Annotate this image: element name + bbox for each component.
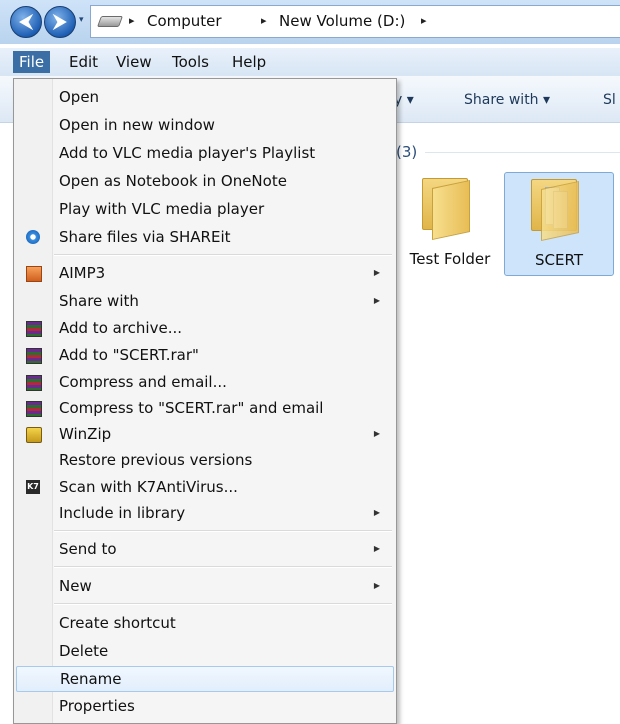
menu-item-compress-email[interactable]: Compress and email... — [16, 370, 392, 394]
menu-divider — [54, 530, 392, 532]
breadcrumb-separator-icon[interactable]: ▸ — [421, 14, 427, 27]
menu-bar: File Edit View Tools Help — [0, 48, 620, 76]
share-with-button[interactable]: Share with ▾ — [464, 92, 550, 108]
menu-item-share-with[interactable]: Share with ▶ — [16, 289, 392, 313]
group-count: (3) — [396, 143, 418, 161]
menu-item-include-library[interactable]: Include in library ▶ — [16, 501, 392, 525]
menu-item-delete[interactable]: Delete — [16, 639, 392, 663]
menu-item-new[interactable]: New ▶ — [16, 574, 392, 598]
menu-item-label: Play with VLC media player — [59, 200, 265, 218]
menu-item-label: New — [59, 577, 92, 595]
menu-item-create-shortcut[interactable]: Create shortcut — [16, 611, 392, 635]
menu-item-label: Open as Notebook in OneNote — [59, 172, 287, 190]
menu-item-label: Delete — [59, 642, 109, 660]
menu-item-scan-k7[interactable]: K7 Scan with K7AntiVirus... — [16, 475, 392, 499]
folder-item-scert[interactable]: SCERT — [504, 172, 614, 276]
forward-button[interactable]: ⮞ — [44, 6, 76, 38]
shareit-icon — [26, 230, 40, 244]
menu-item-label: Restore previous versions — [59, 451, 253, 469]
menu-item-restore-versions[interactable]: Restore previous versions — [16, 448, 392, 472]
menu-divider — [54, 603, 392, 605]
menu-item-properties[interactable]: Properties — [16, 694, 392, 718]
file-context-menu: Open Open in new window Add to VLC media… — [13, 78, 397, 724]
breadcrumb-separator-icon[interactable]: ▸ — [129, 14, 135, 27]
menu-item-compress-rar-email[interactable]: Compress to "SCERT.rar" and email — [16, 396, 392, 420]
menu-item-open[interactable]: Open — [16, 85, 392, 109]
slideshow-button[interactable]: Sl — [603, 92, 616, 108]
submenu-arrow-icon: ▶ — [373, 429, 380, 438]
menu-item-label: Include in library — [59, 504, 186, 522]
group-divider — [425, 152, 620, 153]
menu-tools[interactable]: Tools — [166, 51, 215, 73]
menu-help[interactable]: Help — [226, 51, 272, 73]
menu-item-label: Send to — [59, 540, 117, 558]
drive-icon — [96, 16, 124, 27]
menu-divider — [54, 254, 392, 256]
menu-item-open-new-window[interactable]: Open in new window — [16, 113, 392, 137]
menu-item-label: AIMP3 — [59, 264, 106, 282]
winzip-icon — [26, 427, 42, 443]
menu-edit[interactable]: Edit — [63, 51, 104, 73]
winrar-icon — [26, 375, 42, 391]
folder-label: SCERT — [535, 251, 583, 269]
submenu-arrow-icon: ▶ — [373, 581, 380, 590]
breadcrumb-computer[interactable]: Computer — [147, 12, 222, 30]
menu-item-aimp3[interactable]: AIMP3 ▶ — [16, 261, 392, 285]
menu-item-label: Scan with K7AntiVirus... — [59, 478, 238, 496]
aimp-icon — [26, 266, 42, 282]
breadcrumb[interactable]: ▸ Computer ▸ New Volume (D:) ▸ — [90, 5, 620, 38]
menu-item-add-to-archive[interactable]: Add to archive... — [16, 316, 392, 340]
menu-item-label: Compress to "SCERT.rar" and email — [59, 399, 324, 417]
menu-item-label: Add to "SCERT.rar" — [59, 346, 199, 364]
menu-item-shareit[interactable]: Share files via SHAREit — [16, 225, 392, 249]
breadcrumb-new-volume[interactable]: New Volume (D:) — [279, 12, 405, 30]
breadcrumb-separator-icon[interactable]: ▸ — [261, 14, 267, 27]
recent-pages-icon[interactable]: ▾ — [79, 15, 84, 25]
menu-item-label: Share with — [59, 292, 139, 310]
folder-item-test-folder[interactable]: Test Folder — [402, 172, 498, 274]
back-button[interactable]: ⮜ — [10, 6, 42, 38]
menu-item-label: Share files via SHAREit — [59, 228, 231, 246]
menu-item-play-vlc[interactable]: Play with VLC media player — [16, 197, 392, 221]
menu-item-add-to-rar[interactable]: Add to "SCERT.rar" — [16, 343, 392, 367]
menu-item-label: Properties — [59, 697, 135, 715]
submenu-arrow-icon: ▶ — [373, 268, 380, 277]
menu-item-label: Open — [59, 88, 100, 106]
menu-item-add-vlc-playlist[interactable]: Add to VLC media player's Playlist — [16, 141, 392, 165]
submenu-arrow-icon: ▶ — [373, 296, 380, 305]
folder-icon — [531, 179, 579, 242]
menu-item-open-onenote[interactable]: Open as Notebook in OneNote — [16, 169, 392, 193]
menu-item-label: Create shortcut — [59, 614, 176, 632]
menu-view[interactable]: View — [110, 51, 158, 73]
k7-icon: K7 — [26, 480, 40, 494]
address-bar: ⮜ ⮞ ▾ ▸ Computer ▸ New Volume (D:) ▸ — [0, 0, 620, 44]
menu-item-label: Open in new window — [59, 116, 215, 134]
folder-icon — [422, 178, 470, 241]
menu-item-send-to[interactable]: Send to ▶ — [16, 537, 392, 561]
menu-item-label: WinZip — [59, 425, 112, 443]
winrar-icon — [26, 348, 42, 364]
submenu-arrow-icon: ▶ — [373, 508, 380, 517]
menu-item-label: Add to VLC media player's Playlist — [59, 144, 316, 162]
menu-item-winzip[interactable]: WinZip ▶ — [16, 422, 392, 446]
menu-file[interactable]: File — [13, 51, 51, 73]
menu-item-label: Compress and email... — [59, 373, 227, 391]
submenu-arrow-icon: ▶ — [373, 544, 380, 553]
folder-label: Test Folder — [409, 250, 491, 268]
menu-item-rename[interactable]: Rename — [16, 666, 394, 692]
winrar-icon — [26, 401, 42, 417]
winrar-icon — [26, 321, 42, 337]
menu-divider — [54, 566, 392, 568]
menu-item-label: Rename — [60, 670, 122, 688]
menu-item-label: Add to archive... — [59, 319, 182, 337]
